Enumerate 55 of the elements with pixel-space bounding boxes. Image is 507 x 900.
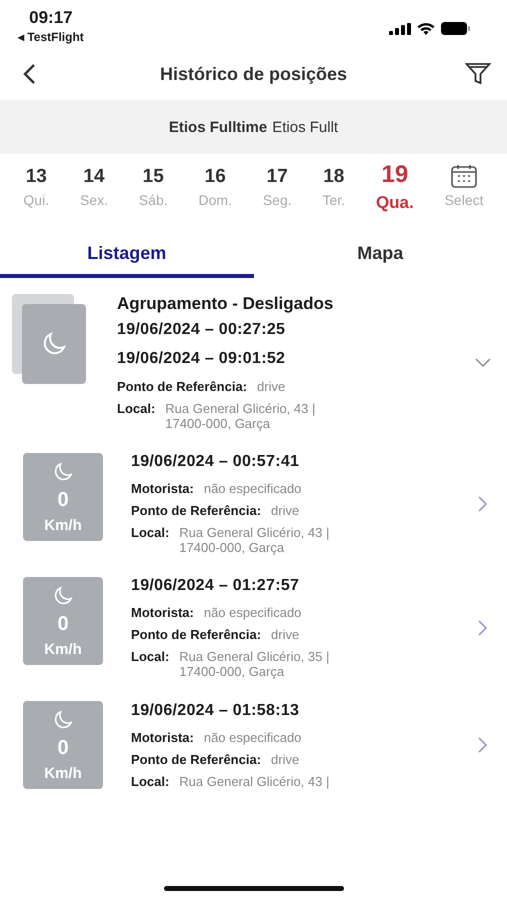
- speed-unit: Km/h: [44, 765, 82, 782]
- field-label: Motorista:: [131, 730, 194, 744]
- calendar-icon: [451, 164, 478, 188]
- date-time: 19/06/2024 – 01:27:57: [131, 577, 300, 595]
- field-label: Local:: [131, 774, 170, 788]
- day-option[interactable]: 15 Sáb.: [134, 164, 172, 224]
- field-value: Rua General Glicério, 43 |: [165, 401, 316, 416]
- field-value: não especificado: [204, 481, 302, 496]
- field-label: Motorista:: [131, 481, 194, 496]
- field-label: Ponto de Referência:: [117, 379, 248, 394]
- speed-unit: Km/h: [44, 517, 82, 534]
- field-value: drive: [271, 627, 300, 642]
- screen-title: Histórico de posições: [160, 64, 348, 84]
- field-label: Ponto de Referência:: [131, 503, 262, 518]
- date-time: 19/06/2024 – 01:58:13: [131, 702, 300, 720]
- field-value: drive: [271, 752, 300, 766]
- back-to-app-link[interactable]: ◂ TestFlight: [18, 30, 84, 44]
- date-time: 19/06/2024 – 00:27:25: [117, 321, 286, 339]
- date-time: 19/06/2024 – 00:57:41: [131, 453, 300, 471]
- field-value: não especificado: [204, 730, 302, 744]
- speed-value: 0: [57, 612, 69, 636]
- field-label: Ponto de Referência:: [131, 752, 262, 766]
- field-label: Motorista:: [131, 605, 194, 620]
- field-label: Local:: [131, 649, 170, 666]
- day-option[interactable]: 13 Qui.: [19, 164, 54, 224]
- field-value: Rua General Glicério, 35 |: [179, 649, 330, 664]
- field-value: não especificado: [204, 605, 302, 620]
- field-label: Local:: [117, 401, 156, 418]
- field-label: Local:: [131, 525, 170, 542]
- day-option[interactable]: 14 Sex.: [76, 164, 112, 224]
- field-value: 17400-000, Garça: [165, 416, 272, 431]
- speed-unit: Km/h: [44, 641, 82, 658]
- field-label: Ponto de Referência:: [131, 627, 262, 642]
- vehicle-detail: Etios Fullt: [272, 118, 338, 136]
- day-option[interactable]: 18 Ter.: [318, 164, 350, 224]
- speed-value: 0: [57, 736, 69, 760]
- battery-icon: [441, 22, 471, 35]
- day-option[interactable]: 16 Dom.: [194, 164, 236, 224]
- view-tab[interactable]: Listagem: [0, 232, 254, 278]
- day-option[interactable]: 19 Qua.: [372, 164, 418, 224]
- view-tab[interactable]: Mapa: [254, 232, 507, 278]
- vehicle-name: Etios Fulltime: [168, 118, 268, 136]
- signal-icon: [389, 22, 411, 34]
- date-time: 19/06/2024 – 09:01:52: [117, 350, 286, 368]
- wifi-icon: [417, 22, 435, 35]
- field-value: 17400-000, Garça: [179, 664, 286, 679]
- day-option[interactable]: 17 Seg.: [258, 164, 296, 224]
- field-value: 17400-000, Garça: [179, 540, 286, 555]
- field-value: Rua General Glicério, 43 |: [179, 525, 330, 540]
- status-time: 09:17: [29, 8, 73, 28]
- speed-value: 0: [57, 488, 69, 512]
- field-value: drive: [271, 503, 300, 518]
- field-value: drive: [257, 379, 286, 394]
- group-title: Agrupamento - Desligados: [117, 294, 334, 314]
- field-value: Rua General Glicério, 43 |: [179, 774, 330, 788]
